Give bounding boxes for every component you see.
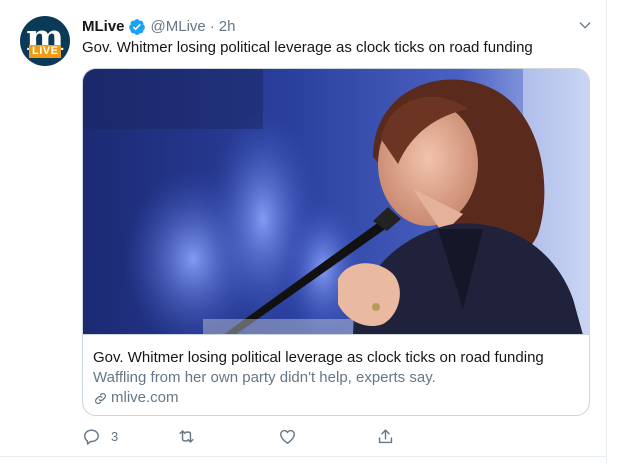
card-title[interactable]: Gov. Whitmer losing political leverage a… (93, 348, 544, 368)
share-icon (378, 429, 393, 444)
verified-badge-icon (128, 19, 145, 35)
card-domain-text: mlive.com (111, 389, 179, 406)
author-handle[interactable]: @MLive (151, 17, 206, 37)
separator: · (209, 18, 215, 35)
author-name[interactable]: MLive (82, 17, 125, 37)
tweet-text: Gov. Whitmer losing political leverage a… (82, 39, 533, 56)
card-image[interactable] (83, 69, 589, 335)
card-description: Waffling from her own party didn't help,… (93, 369, 436, 386)
retweet-icon (179, 430, 194, 443)
link-icon (95, 392, 106, 404)
retweet-button[interactable] (177, 427, 196, 446)
chevron-down-icon[interactable] (577, 17, 593, 33)
reply-icon (84, 429, 99, 445)
divider (0, 456, 607, 457)
tweet[interactable]: m LIVE MLive @MLive · 2h Gov. Whitmer lo… (0, 0, 607, 464)
card-domain[interactable]: mlive.com (93, 388, 179, 408)
speaker-photo-icon (83, 69, 589, 334)
timestamp[interactable]: 2h (219, 17, 236, 37)
link-card[interactable]: Gov. Whitmer losing political leverage a… (82, 68, 590, 416)
avatar-tag: LIVE (29, 45, 62, 58)
reply-button[interactable]: 3 (82, 427, 118, 446)
share-button[interactable] (376, 427, 395, 446)
avatar[interactable]: m LIVE (20, 16, 70, 66)
like-button[interactable] (278, 427, 297, 446)
heart-icon (280, 429, 295, 444)
tweet-header: MLive @MLive · 2h (82, 17, 235, 37)
reply-count: 3 (111, 429, 119, 444)
